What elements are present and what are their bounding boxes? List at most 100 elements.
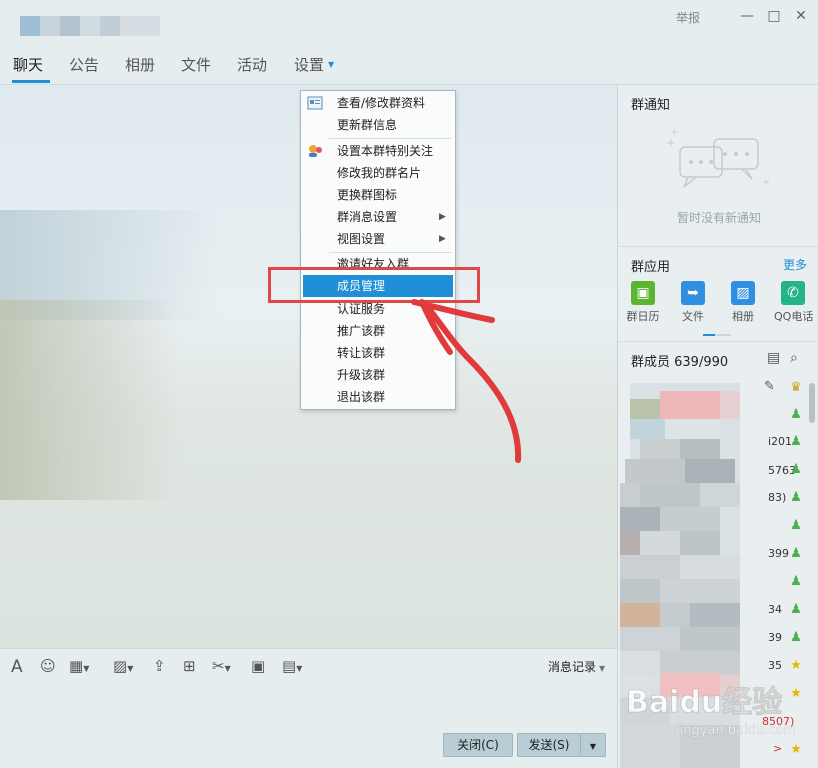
menu-item-change-group-icon[interactable]: 更换群图标: [301, 184, 455, 206]
member-list-scrollbar[interactable]: [809, 383, 815, 423]
notice-title: 群通知: [631, 98, 671, 113]
red-arrow-annotation: [411, 299, 522, 463]
divider: [618, 341, 818, 342]
emoji-icon[interactable]: ☺: [40, 657, 56, 675]
send-button[interactable]: 发送(S): [517, 733, 581, 757]
menu-item-view-edit-group-info[interactable]: 查看/修改群资料: [301, 92, 455, 114]
app-label: 相册: [732, 310, 754, 323]
divider: [618, 246, 818, 247]
member-fragment: 399: [768, 547, 789, 560]
app-album[interactable]: ▨ 相册: [724, 281, 762, 324]
active-tab-indicator: [12, 80, 50, 83]
submenu-arrow-icon: ▶: [439, 234, 446, 244]
tab-settings[interactable]: 设置 ▼: [294, 54, 334, 75]
menu-item-edit-my-card[interactable]: 修改我的群名片: [301, 162, 455, 184]
group-avatar-and-name-blurred: [20, 16, 160, 36]
member-icon: ♟: [790, 546, 802, 561]
tab-files[interactable]: 文件: [181, 54, 211, 75]
svg-text:jingyan.baidu.com: jingyan.baidu.com: [675, 723, 796, 738]
apps-more-link[interactable]: 更多: [783, 256, 807, 273]
chevron-down-icon: ▼: [599, 664, 606, 673]
search-icon[interactable]: ⌕: [790, 350, 798, 366]
menu-item-label: 修改我的群名片: [337, 166, 422, 180]
member-fragment: 34: [768, 603, 782, 616]
calendar-icon: ▣: [631, 281, 655, 305]
menu-item-label: 转让该群: [337, 346, 386, 360]
image-icon[interactable]: ▨▼: [113, 657, 133, 675]
photo-icon: ▨: [731, 281, 755, 305]
menu-item-message-settings[interactable]: 群消息设置 ▶: [301, 206, 455, 228]
special-follow-icon: [309, 145, 322, 157]
menu-item-label: 查看/修改群资料: [337, 96, 426, 110]
tab-chat[interactable]: 聊天: [13, 54, 43, 75]
menu-separator: [329, 138, 451, 139]
app-files[interactable]: ➥ 文件: [674, 281, 712, 324]
menu-item-label: 更换群图标: [337, 188, 398, 202]
member-icon: ♟: [790, 518, 802, 533]
member-icon: ♟: [790, 407, 802, 422]
tab-album[interactable]: 相册: [125, 54, 155, 75]
minimize-icon[interactable]: —: [739, 8, 755, 24]
tab-announcement[interactable]: 公告: [69, 54, 99, 75]
empty-notice-icon: + + +: [666, 127, 770, 188]
app-label: 文件: [682, 310, 704, 323]
folder-icon: ➥: [681, 281, 705, 305]
member-icon: ♟: [790, 602, 802, 617]
chevron-down-icon: ▼: [328, 60, 335, 69]
member-icon: ♟: [790, 630, 802, 645]
red-packet-icon[interactable]: ▣: [251, 657, 265, 675]
member-icon: ♟: [790, 574, 802, 589]
tab-bar: 聊天 公告 相册 文件 活动 设置 ▼: [0, 50, 616, 84]
member-icon: ♟: [790, 462, 802, 477]
star-icon: ★: [790, 658, 802, 673]
chat-background-beach: [0, 300, 180, 500]
menu-item-label: 推广该群: [337, 324, 386, 338]
menu-item-label: 设置本群特别关注: [337, 144, 434, 158]
message-history-button[interactable]: 消息记录 ▼: [548, 658, 605, 675]
menu-item-view-settings[interactable]: 视图设置 ▶: [301, 228, 455, 250]
member-icon: ♟: [790, 434, 802, 449]
input-toolbar: A ☺ ▦▼ ▨▼ ⇪ ⊞ ✂▼ ▣ ▤▼ 消息记录 ▼: [0, 648, 617, 683]
svg-text:+: +: [762, 177, 770, 188]
send-options-button[interactable]: ▼: [580, 733, 606, 757]
member-fragment: 83): [768, 491, 787, 504]
message-history-label: 消息记录: [548, 660, 597, 674]
title-bar: 举报 — □ ✕: [0, 0, 818, 42]
member-icon: ♟: [790, 490, 802, 505]
menu-item-label: 退出该群: [337, 390, 386, 404]
qq-group-chat-window: 举报 — □ ✕ 聊天 公告 相册 文件 活动 设置 ▼ 群通知 + + + 暂…: [0, 0, 818, 768]
menu-item-label: 升级该群: [337, 368, 386, 382]
svg-text:+: +: [666, 136, 676, 150]
gif-icon[interactable]: ▦▼: [69, 657, 89, 675]
gift-icon[interactable]: ⊞: [183, 657, 196, 675]
baidu-jingyan-watermark-logo: Baidu经验 jingyan.baidu.com: [626, 685, 797, 739]
close-button[interactable]: 关闭(C): [443, 733, 513, 757]
report-link[interactable]: 举报: [676, 9, 700, 26]
group-card-icon: [307, 96, 323, 110]
notice-empty-text: 暂时没有新通知: [677, 211, 762, 225]
menu-item-label: 视图设置: [337, 232, 386, 246]
more-tools-icon[interactable]: ▤▼: [282, 657, 302, 675]
menu-item-special-follow[interactable]: 设置本群特别关注: [301, 140, 455, 162]
font-icon[interactable]: A: [11, 657, 23, 677]
close-icon[interactable]: ✕: [793, 8, 809, 24]
app-label: QQ电话: [774, 310, 814, 323]
screenshot-icon[interactable]: ✂▼: [212, 657, 231, 675]
phone-icon: ✆: [781, 281, 805, 305]
upload-icon[interactable]: ⇪: [153, 657, 166, 675]
app-group-calendar[interactable]: ▣ 群日历: [624, 281, 662, 324]
tab-activities[interactable]: 活动: [237, 54, 267, 75]
members-title: 群成员 639/990: [631, 355, 729, 370]
menu-item-label: 群消息设置: [337, 210, 398, 224]
member-list-view-icon[interactable]: ▤: [767, 350, 780, 366]
star-icon: ★: [790, 742, 802, 757]
chevron-down-icon: ▼: [589, 742, 597, 751]
apps-page-indicator: [703, 334, 731, 336]
app-qq-phone[interactable]: ✆ QQ电话: [774, 281, 814, 324]
maximize-icon[interactable]: □: [766, 8, 782, 24]
owner-badge-icon: ♛: [790, 380, 802, 395]
menu-item-label: 更新群信息: [337, 118, 398, 132]
app-label: 群日历: [626, 310, 660, 323]
menu-item-update-group-info[interactable]: 更新群信息: [301, 114, 455, 136]
member-fragment: 35: [768, 659, 782, 672]
